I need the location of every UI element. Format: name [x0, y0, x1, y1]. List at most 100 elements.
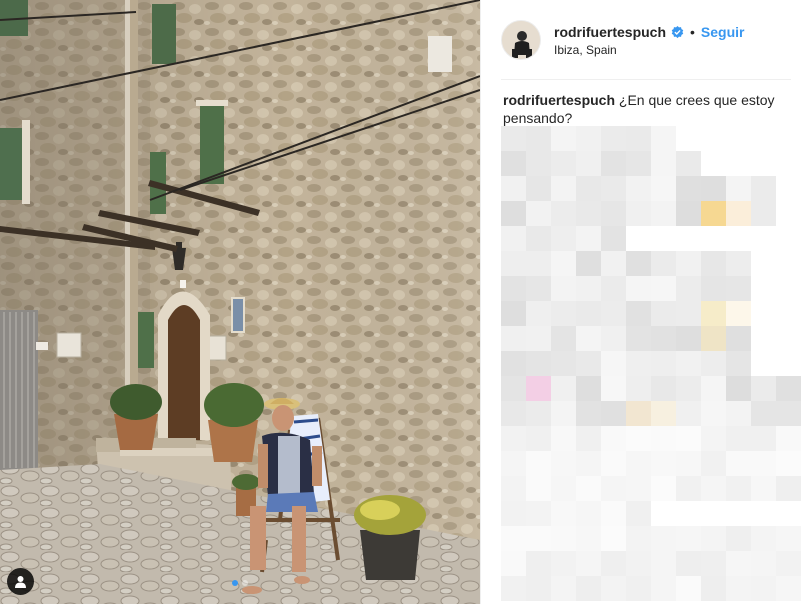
pixelated-comments-area — [501, 126, 803, 604]
carousel-dot-1[interactable] — [232, 580, 238, 586]
pixel-block — [651, 151, 676, 176]
pixel-block — [551, 226, 576, 251]
pixel-block — [626, 426, 651, 451]
pixel-block — [701, 176, 726, 201]
pixel-block — [501, 426, 526, 451]
pixel-block — [576, 201, 601, 226]
pixel-block — [626, 376, 651, 401]
pixel-block — [676, 526, 701, 551]
pixel-block — [626, 351, 651, 376]
pixel-block — [526, 476, 551, 501]
pixel-block — [601, 426, 626, 451]
pixel-block — [651, 376, 676, 401]
pixel-block — [776, 376, 801, 401]
pixel-block — [651, 476, 676, 501]
pixel-block — [726, 476, 751, 501]
pixel-block — [676, 351, 701, 376]
pixel-block — [526, 451, 551, 476]
pixel-block — [776, 551, 801, 576]
pixel-block — [601, 276, 626, 301]
pixel-block — [676, 326, 701, 351]
pixel-block — [501, 151, 526, 176]
pixel-block — [501, 251, 526, 276]
follow-button[interactable]: Seguir — [701, 23, 745, 41]
pixel-block — [501, 376, 526, 401]
pixel-block — [601, 451, 626, 476]
pixel-block — [576, 526, 601, 551]
pixel-block — [576, 426, 601, 451]
pixel-block — [601, 576, 626, 601]
pixel-block — [651, 401, 676, 426]
pixel-block — [651, 526, 676, 551]
pixel-block — [501, 126, 526, 151]
pixel-block — [751, 401, 776, 426]
pixel-block — [701, 576, 726, 601]
carousel-indicator — [0, 580, 480, 586]
pixel-block — [576, 151, 601, 176]
pixel-block — [576, 576, 601, 601]
pixel-block — [676, 426, 701, 451]
pixel-block — [551, 276, 576, 301]
pixel-block — [651, 426, 676, 451]
pixel-block — [651, 251, 676, 276]
pixel-block — [701, 376, 726, 401]
pixel-block — [551, 401, 576, 426]
pixel-block — [651, 201, 676, 226]
pixel-block — [501, 576, 526, 601]
pixel-block — [501, 526, 526, 551]
pixel-block — [526, 551, 551, 576]
pixel-block — [751, 476, 776, 501]
pixel-block — [576, 476, 601, 501]
pixel-block — [776, 426, 801, 451]
pixel-block — [501, 451, 526, 476]
pixel-block — [601, 551, 626, 576]
pixel-block — [576, 326, 601, 351]
pixel-block — [701, 201, 726, 226]
pixel-block — [551, 301, 576, 326]
pixel-block — [626, 251, 651, 276]
pixel-block — [751, 176, 776, 201]
pixel-block — [726, 176, 751, 201]
pixel-block — [551, 351, 576, 376]
photo-scene — [0, 0, 480, 604]
pixel-block — [501, 226, 526, 251]
pixel-block — [651, 301, 676, 326]
pixel-block — [651, 176, 676, 201]
pixel-block — [726, 201, 751, 226]
pixel-block — [526, 351, 551, 376]
pixel-block — [576, 301, 601, 326]
pixel-block — [526, 126, 551, 151]
caption-username[interactable]: rodrifuertespuch — [503, 92, 615, 108]
pixel-block — [526, 176, 551, 201]
pixel-block — [501, 326, 526, 351]
pixel-block — [551, 376, 576, 401]
post-photo[interactable] — [0, 0, 480, 604]
avatar[interactable] — [501, 20, 541, 60]
pixel-block — [576, 251, 601, 276]
pixel-block — [526, 151, 551, 176]
pixel-block — [701, 476, 726, 501]
pixel-block — [551, 426, 576, 451]
pixel-block — [526, 201, 551, 226]
pixel-block — [501, 351, 526, 376]
pixel-block — [526, 401, 551, 426]
pixel-block — [576, 176, 601, 201]
pixel-block — [701, 276, 726, 301]
pixel-block — [551, 551, 576, 576]
pixel-block — [601, 251, 626, 276]
header-separator: • — [690, 24, 695, 40]
carousel-dot-2[interactable] — [242, 580, 248, 586]
pixel-block — [551, 251, 576, 276]
pixel-block — [551, 526, 576, 551]
location-link[interactable]: Ibiza, Spain — [554, 43, 745, 57]
pixel-block — [626, 151, 651, 176]
pixel-block — [726, 301, 751, 326]
pixel-block — [526, 376, 551, 401]
pixel-block — [576, 376, 601, 401]
pixel-block — [726, 376, 751, 401]
pixel-block — [526, 526, 551, 551]
pixel-block — [726, 276, 751, 301]
pixel-block — [751, 376, 776, 401]
pixel-block — [776, 476, 801, 501]
username-link[interactable]: rodrifuertespuch — [554, 23, 666, 41]
